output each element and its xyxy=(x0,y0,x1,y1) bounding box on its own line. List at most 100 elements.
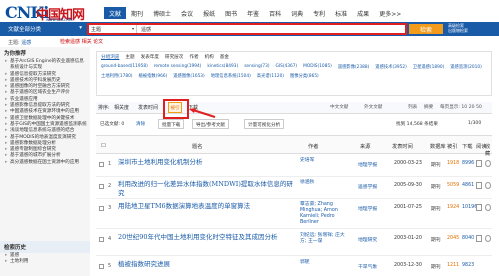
cite-count[interactable]: 1211 xyxy=(447,263,459,268)
read-icon[interactable] xyxy=(476,235,482,242)
export-button[interactable]: 导出/参考文献 xyxy=(192,119,230,129)
topic-tag[interactable]: 植被指数(966) xyxy=(138,73,167,79)
related-hint[interactable]: 检索遥感 相关 论文 xyxy=(60,38,103,45)
topic-tag[interactable]: 遥感影像(2388) xyxy=(338,64,369,70)
tab-achievement[interactable]: 成果 xyxy=(352,7,374,19)
topic-tag[interactable]: GIS(4367) xyxy=(276,64,298,70)
search-button[interactable]: 检索 xyxy=(409,24,443,34)
download-count[interactable]: 9823 xyxy=(462,263,474,268)
per-page-selector[interactable]: 每页显示: 10 20 50 xyxy=(440,104,482,110)
read-icon[interactable] xyxy=(476,182,482,189)
search-box[interactable]: 主题 ▾ 遥感 xyxy=(87,23,407,35)
topic-tag[interactable]: 地理信息系统(1504) xyxy=(211,73,251,79)
article-author[interactable]: 覃志豪; Zhang Minghua; Arnon Karnieli; Pedr… xyxy=(300,202,350,226)
article-author[interactable]: 史培军 xyxy=(300,158,350,164)
favorite-icon[interactable] xyxy=(485,182,491,189)
sort-relevance[interactable]: 相关度 xyxy=(114,104,129,111)
tab-literature[interactable]: 文献 xyxy=(104,7,127,19)
cite-count[interactable]: 5059 xyxy=(447,183,459,188)
tab-newspaper[interactable]: 报纸 xyxy=(198,7,220,19)
tab-book[interactable]: 图书 xyxy=(220,7,242,19)
tag-tab[interactable]: 基金 xyxy=(220,54,229,60)
article-source[interactable]: 遥感学报 xyxy=(358,183,377,190)
row-checkbox[interactable] xyxy=(99,206,104,211)
tag-tab[interactable]: 发表年度 xyxy=(141,54,159,60)
tab-thesis[interactable]: 博硕士 xyxy=(148,7,176,19)
cite-count[interactable]: 2045 xyxy=(447,236,459,241)
tab-encyclopedia[interactable]: 百科 xyxy=(264,7,286,19)
article-author[interactable]: 刘纪远; 张增祥; 庄大方; 王一谋 xyxy=(300,233,350,245)
topic-tag[interactable]: remote sensing(1994) xyxy=(154,64,202,70)
tab-yearbook[interactable]: 年鉴 xyxy=(242,7,264,19)
read-icon[interactable] xyxy=(476,204,482,211)
row-checkbox[interactable] xyxy=(99,237,104,242)
topic-tag[interactable]: 遥感监测(2010) xyxy=(450,64,481,70)
select-all-checkbox[interactable]: ☐ xyxy=(101,143,106,149)
topic-tag[interactable]: MODIS(1085) xyxy=(303,64,332,70)
article-title[interactable]: 深圳市土地利用变化机制分析 xyxy=(118,158,298,167)
result-count: 找到 14,568 条结果 xyxy=(396,122,438,127)
tab-standard[interactable]: 标准 xyxy=(330,7,352,19)
favorite-icon[interactable] xyxy=(485,204,491,211)
foreign-lit-filter[interactable]: 外文文献 xyxy=(364,104,382,110)
topic-tag[interactable]: 高光谱(1120) xyxy=(257,73,284,79)
read-icon[interactable] xyxy=(476,160,482,167)
tag-tab[interactable]: 研究层次 xyxy=(165,54,183,60)
article-author[interactable]: 徐涵秋 xyxy=(300,180,350,186)
list-view-toggle[interactable]: 列表 xyxy=(408,104,417,110)
download-count[interactable]: 4861 xyxy=(462,183,474,188)
topic-tag[interactable]: 图像分类(865) xyxy=(290,73,319,79)
download-count[interactable]: 8996 xyxy=(462,161,474,166)
sidebar-item[interactable]: 基于ArcGIS Engine的农业遥感信息系统设计与实现 xyxy=(5,59,87,72)
cnki-logo[interactable]: CNKi 中国知网 www.cnki.net xyxy=(2,1,92,23)
tag-tab[interactable]: 机构 xyxy=(205,54,214,60)
article-source[interactable]: 地理研究 xyxy=(358,236,377,243)
article-title[interactable]: 利用改进的归一化差异水体指数(MNDWI)提取水体信息的研究 xyxy=(118,180,298,198)
article-title[interactable]: 植被指数研究进展 xyxy=(118,260,298,269)
topic-tag[interactable]: sensing(73) xyxy=(244,64,269,70)
tab-conference[interactable]: 会议 xyxy=(176,7,198,19)
field-select[interactable]: 主题 ▾ xyxy=(89,25,137,33)
row-checkbox[interactable] xyxy=(99,264,104,269)
search-input[interactable]: 遥感 xyxy=(141,26,151,33)
topic-tag[interactable]: 遥感技术(3952) xyxy=(375,64,406,70)
cite-count[interactable]: 1918 xyxy=(447,161,459,166)
batch-download-button[interactable]: 批量下载 xyxy=(158,119,185,129)
history-item[interactable]: 土地利用 xyxy=(5,259,87,266)
tag-tab[interactable]: 作者 xyxy=(189,54,198,60)
row-checkbox[interactable] xyxy=(99,184,104,189)
favorite-icon[interactable] xyxy=(485,160,491,167)
row-checkbox[interactable] xyxy=(99,162,104,167)
article-source[interactable]: 干旱气象 xyxy=(358,263,377,270)
article-source[interactable]: 地理学报 xyxy=(358,205,377,212)
sidebar-item[interactable]: 高分遥感数据在国土资源中的应用 xyxy=(5,160,87,167)
tab-journal[interactable]: 期刊 xyxy=(126,7,148,19)
tab-dictionary[interactable]: 词典 xyxy=(286,7,308,19)
favorite-icon[interactable] xyxy=(485,235,491,242)
col-author: 作者 xyxy=(308,144,319,150)
topic-tag[interactable]: kinetics(8493) xyxy=(207,64,238,70)
chinese-lit-filter[interactable]: 中文文献 xyxy=(330,104,348,110)
breadcrumb-term[interactable]: 遥感 xyxy=(21,40,31,46)
sort-date[interactable]: 发表时间 xyxy=(138,104,158,111)
tag-tab[interactable]: 分组浏览 xyxy=(101,54,119,60)
download-count[interactable]: 10196 xyxy=(462,205,477,210)
cite-count[interactable]: 1924 xyxy=(447,205,459,210)
article-source[interactable]: 地理学报 xyxy=(358,161,377,168)
article-title[interactable]: 20世纪90年代中国土地利用变化时空特征及其成因分析 xyxy=(118,233,298,242)
topic-tag[interactable]: ground-based(11958) xyxy=(101,64,148,70)
clear-selection[interactable]: 清除 xyxy=(136,121,145,127)
topic-tag[interactable]: 卫星遥感(1890) xyxy=(413,64,444,70)
topic-tag[interactable]: 土地利用(1780) xyxy=(101,73,132,79)
article-title[interactable]: 用陆地卫星TM6数据演算地表温度的单窗算法 xyxy=(118,202,298,211)
category-dropdown[interactable]: 文献全部分类 ▾ xyxy=(8,24,82,34)
topic-tag[interactable]: 遥感图像(1653) xyxy=(173,73,204,79)
download-count[interactable]: 8040 xyxy=(462,236,474,241)
tab-patent[interactable]: 专利 xyxy=(308,7,330,19)
tab-more[interactable]: 更多>> xyxy=(374,7,406,19)
tag-tab[interactable]: 主题 xyxy=(125,54,134,60)
analysis-button[interactable]: 计量可视化分析 xyxy=(244,119,285,129)
article-author[interactable]: 郭铌 xyxy=(300,260,350,266)
publication-search-link[interactable]: 出版物检索 xyxy=(448,28,498,33)
detail-view-toggle[interactable]: 摘要 xyxy=(424,104,433,110)
